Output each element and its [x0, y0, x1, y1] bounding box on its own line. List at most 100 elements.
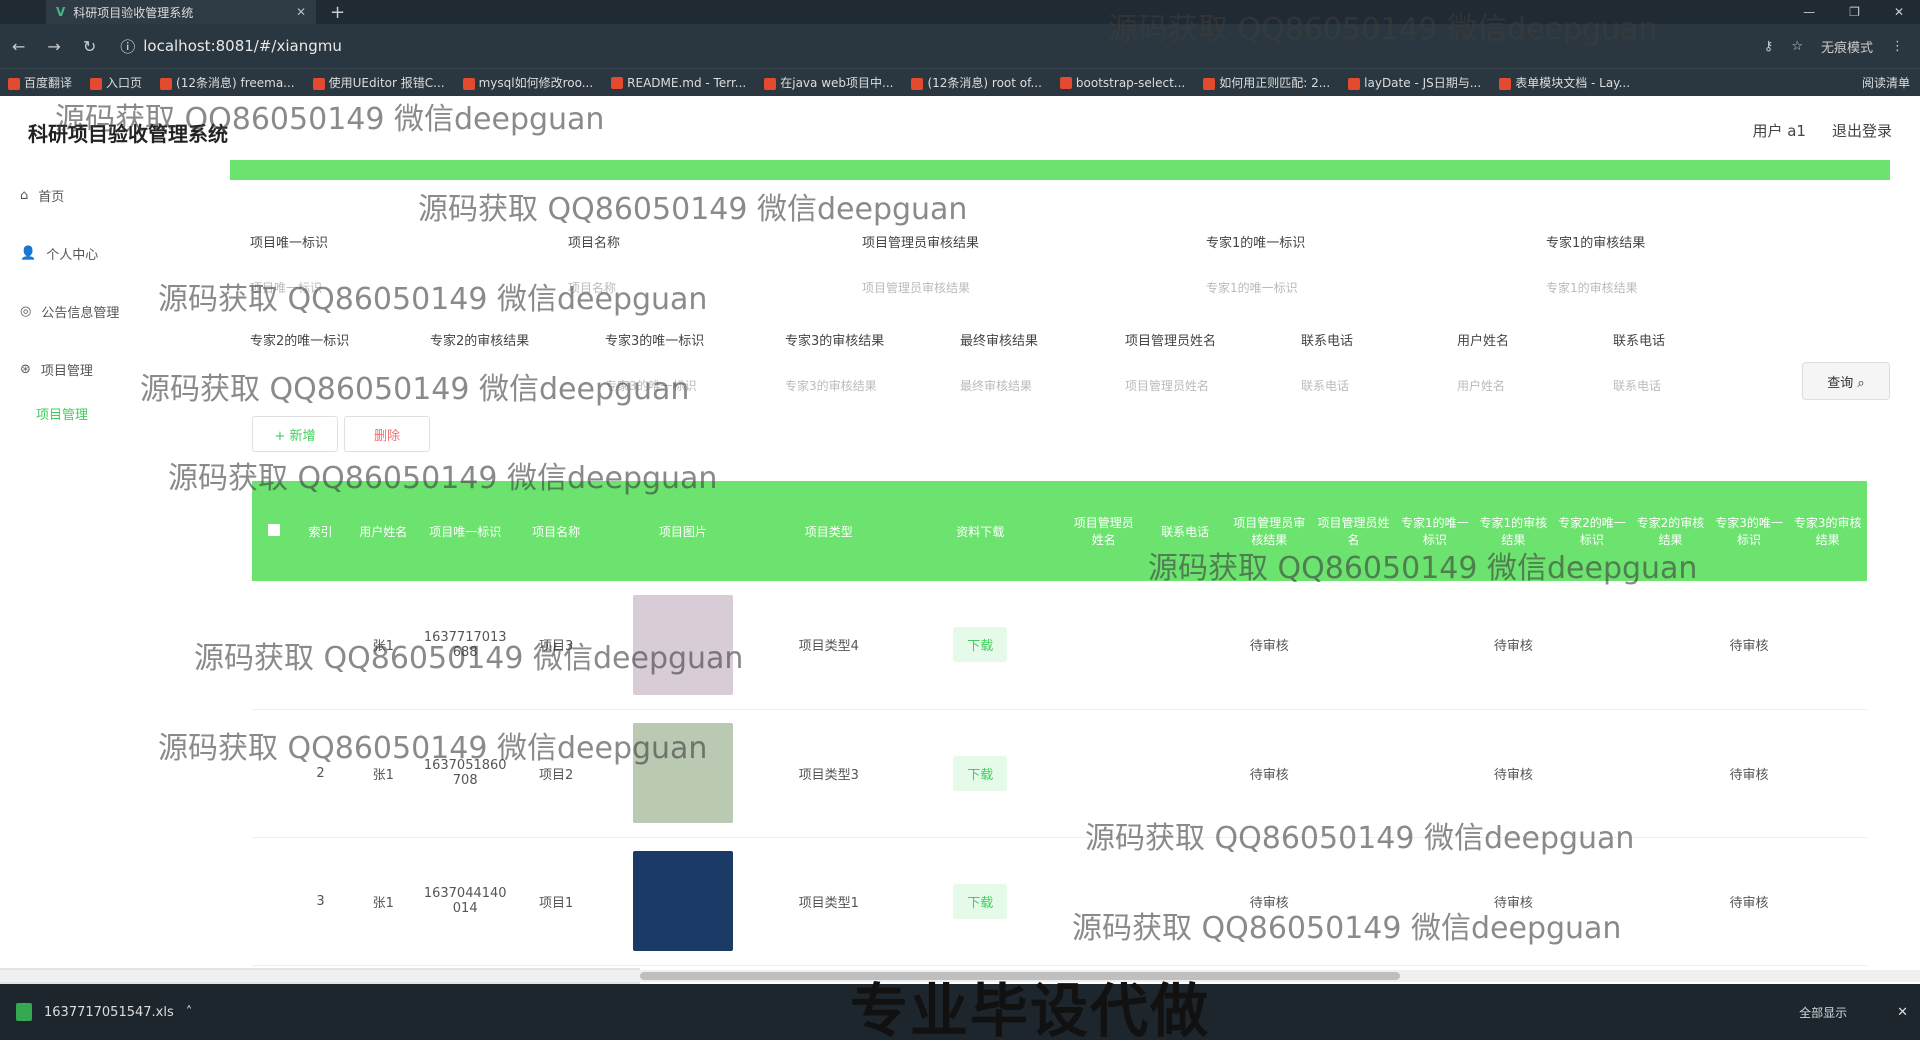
column-header[interactable]: 专家3的审核结果 — [1788, 481, 1867, 581]
filter-input[interactable]: 联系电话 — [1613, 370, 1763, 400]
column-header[interactable]: 项目唯一标识 — [423, 481, 508, 581]
forward-icon[interactable]: → — [47, 37, 60, 56]
url-field[interactable]: ⓘ localhost:8081/#/xiangmu — [120, 36, 342, 57]
table-row[interactable]: 张1 1637717013688 项目3 项目类型4 下载 待审核 待审核 待审核 — [252, 581, 1867, 710]
filter-label: 项目名称 — [568, 235, 621, 251]
column-header[interactable]: 项目图片 — [604, 481, 761, 581]
logout-button[interactable]: 退出登录 — [1832, 120, 1892, 141]
cell-status: 待审核 — [1709, 581, 1789, 710]
row-checkbox[interactable] — [252, 581, 297, 710]
column-header[interactable]: 项目管理员审核结果 — [1227, 481, 1311, 581]
filter-input[interactable]: 专家1的唯一标识 — [1206, 272, 1546, 302]
column-header[interactable]: 专家1的审核结果 — [1474, 481, 1553, 581]
filter-input[interactable]: 项目名称 — [568, 272, 862, 302]
row-checkbox[interactable] — [252, 837, 297, 966]
filter-input[interactable]: 专家3的唯一标识 — [605, 370, 785, 400]
bookmark-item[interactable]: 表单模块文档 - Lay... — [1499, 74, 1630, 91]
cell-status: 待审核 — [1227, 581, 1312, 710]
column-header[interactable]: 项目管理员姓名 — [1064, 481, 1143, 581]
column-header[interactable]: 项目管理员姓名 — [1311, 481, 1395, 581]
key-icon[interactable]: ⚷ — [1764, 39, 1774, 54]
download-button[interactable]: 下载 — [953, 627, 1008, 663]
column-header[interactable]: 专家2的唯一标识 — [1553, 481, 1632, 581]
minimize-icon[interactable]: — — [1803, 5, 1815, 19]
filter-label: 联系电话 — [1301, 333, 1354, 349]
cell-status: 待审核 — [1227, 837, 1312, 966]
column-header[interactable]: 用户姓名 — [344, 481, 423, 581]
chevron-up-icon[interactable]: ˄ — [186, 1005, 193, 1020]
cell-status: 待审核 — [1474, 581, 1553, 710]
cell-download[interactable]: 下载 — [896, 709, 1065, 838]
bookmark-item[interactable]: 使用UEditor 报错C... — [312, 74, 445, 91]
select-all-checkbox[interactable] — [268, 523, 281, 536]
menu-icon[interactable]: ⋮ — [1891, 39, 1904, 54]
search-button[interactable]: 查询 ⌕ — [1802, 362, 1890, 400]
table-row[interactable]: 3 张1 1637044140014 项目1 项目类型1 下载 待审核 待审核 待审核 — [252, 837, 1867, 966]
column-header[interactable]: 专家3的唯一标识 — [1710, 481, 1789, 581]
incognito-label[interactable]: 无痕模式 — [1821, 37, 1873, 56]
bookmark-icon — [8, 77, 20, 90]
filter-input[interactable]: 最终审核结果 — [960, 370, 1125, 400]
reading-list[interactable]: 阅读清单 — [1862, 74, 1920, 91]
column-header[interactable]: 项目类型 — [761, 481, 896, 581]
column-header[interactable]: 资料下载 — [896, 481, 1064, 581]
close-tab-icon[interactable]: ✕ — [296, 5, 306, 19]
show-all-button[interactable]: 全部显示 — [1799, 1004, 1897, 1021]
filter-input[interactable]: 项目管理员审核结果 — [862, 272, 1206, 302]
delete-button[interactable]: 删除 — [344, 416, 430, 452]
filter-form: 项目唯一标识 项目名称 项目管理员审核结果 专家1的唯一标识 专家1的审核结果 项目唯一… — [250, 220, 1890, 402]
bookmark-item[interactable]: 入口页 — [90, 74, 142, 91]
filter-input[interactable]: 项目唯一标识 — [250, 272, 568, 302]
user-label[interactable]: 用户 a1 — [1752, 120, 1806, 141]
sidebar-item-project[interactable]: ⊛ 项目管理 — [0, 340, 220, 398]
bookmark-item[interactable]: 如何用正则匹配: 2... — [1203, 74, 1330, 91]
bookmark-item[interactable]: README.md - Terr... — [611, 76, 746, 90]
bookmark-item[interactable]: bootstrap-select... — [1059, 76, 1185, 90]
download-button[interactable]: 下载 — [953, 755, 1008, 791]
cell-download[interactable]: 下载 — [896, 837, 1065, 966]
header-banner — [230, 160, 1890, 180]
new-tab-button[interactable]: + — [330, 2, 345, 23]
close-window-icon[interactable]: ✕ — [1894, 5, 1904, 19]
bookmark-item[interactable]: mysql如何修改roo... — [462, 74, 593, 91]
bookmark-icon — [764, 77, 777, 90]
row-checkbox[interactable] — [252, 709, 297, 838]
column-header[interactable]: 索引 — [297, 481, 344, 581]
download-button[interactable]: 下载 — [953, 883, 1008, 919]
filter-input[interactable]: 用户姓名 — [1457, 370, 1613, 400]
filter-input[interactable]: 专家3的审核结果 — [785, 370, 960, 400]
download-item[interactable]: 1637717051547.xls ˄ — [0, 1003, 192, 1021]
column-header[interactable]: 联系电话 — [1143, 481, 1227, 581]
close-downloads-icon[interactable]: ✕ — [1897, 1005, 1920, 1020]
cell-type: 项目类型3 — [761, 709, 897, 838]
project-table: 索引 用户姓名 项目唯一标识 项目名称 项目图片 项目类型 资料下载 项目管理员姓名 联系电话项… — [252, 481, 1867, 966]
cell-download[interactable]: 下载 — [896, 581, 1065, 710]
browser-tab[interactable]: V 科研项目验收管理系统 ✕ — [46, 0, 316, 24]
filter-input[interactable] — [430, 370, 605, 400]
filter-input[interactable]: 专家1的审核结果 — [1546, 272, 1866, 302]
sidebar-subitem-project[interactable]: 项目管理 — [0, 398, 220, 428]
filter-input[interactable]: 联系电话 — [1301, 370, 1457, 400]
restore-icon[interactable]: ❐ — [1849, 5, 1860, 19]
bookmark-item[interactable]: 在java web项目中... — [764, 74, 893, 91]
filter-input[interactable]: 项目管理员姓名 — [1125, 370, 1301, 400]
sidebar-item-profile[interactable]: 👤 个人中心 — [0, 224, 220, 282]
sidebar-item-notice[interactable]: ◎ 公告信息管理 — [0, 282, 220, 340]
table-row[interactable]: 2 张1 1637051860708 项目2 项目类型3 下载 待审核 待审核 待审核 — [252, 709, 1867, 838]
sidebar-item-home[interactable]: ⌂ 首页 — [0, 166, 220, 224]
column-header[interactable]: 专家1的唯一标识 — [1396, 481, 1475, 581]
column-header[interactable]: 项目名称 — [508, 481, 605, 581]
bookmark-item[interactable]: layDate - JS日期与... — [1348, 74, 1481, 91]
bookmark-item[interactable]: (12条消息) freema... — [160, 74, 295, 91]
bookmark-item[interactable]: (12条消息) root of... — [911, 74, 1042, 91]
add-button[interactable]: + 新增 — [252, 416, 338, 452]
back-icon[interactable]: ← — [12, 37, 25, 56]
cell-empty — [1631, 581, 1710, 710]
filter-input[interactable] — [250, 370, 430, 400]
bookmark-item[interactable]: 百度翻译 — [8, 74, 72, 91]
filter-label: 项目唯一标识 — [250, 235, 329, 251]
star-icon[interactable]: ☆ — [1791, 39, 1803, 54]
reload-icon[interactable]: ↻ — [83, 37, 96, 56]
column-header[interactable]: 专家2的审核结果 — [1631, 481, 1710, 581]
project-image — [632, 851, 733, 951]
